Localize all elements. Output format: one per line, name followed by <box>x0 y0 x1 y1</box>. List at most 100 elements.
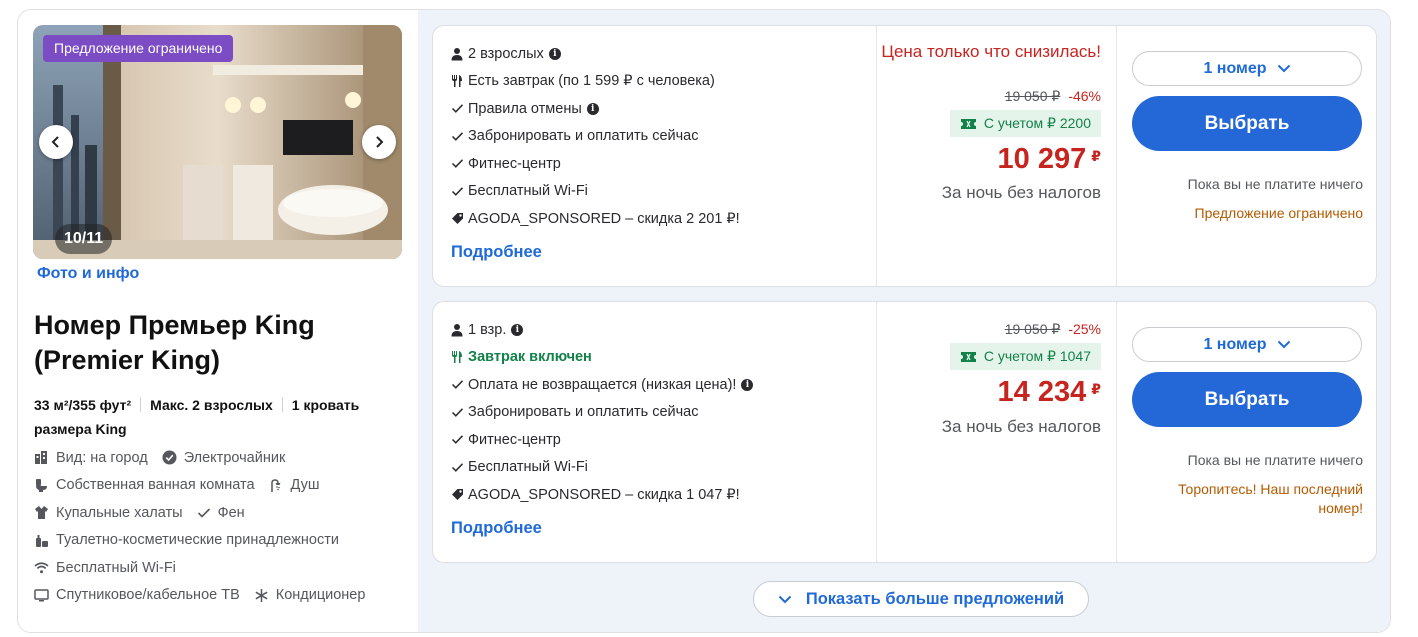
toiletries-icon <box>36 534 48 547</box>
offer-guests-label: 2 взрослых <box>468 45 544 62</box>
divider <box>140 397 142 412</box>
chevron-left-icon <box>51 136 59 148</box>
discount-percent: -25% <box>1068 321 1101 337</box>
select-offer-button[interactable]: Выбрать <box>1132 96 1362 151</box>
amenity-label: Душ <box>290 477 320 494</box>
info-icon[interactable]: i <box>741 378 754 391</box>
amenity-label: Спутниковое/кабельное ТВ <box>56 587 240 604</box>
offer-cancellation-label: Оплата не возвращается (низкая цена)! <box>468 376 737 393</box>
offer-wifi: Бесплатный Wi-Fi <box>451 178 871 206</box>
info-icon[interactable]: i <box>586 102 599 115</box>
offer-book-now-label: Забронировать и оплатить сейчас <box>468 128 699 145</box>
offer-fitness: Фитнес-центр <box>451 426 871 454</box>
cutlery-icon <box>452 351 462 364</box>
offer-guests: 1 взр. i <box>451 316 871 344</box>
room-info-column: Предложение ограничено 10/11 Фото и инфо… <box>18 10 418 632</box>
offer-price-column: Цена только что снизилась! 19 050 ₽ -46% … <box>877 26 1116 286</box>
amenity-city-view: Вид: на город <box>34 450 148 466</box>
person-icon <box>451 323 463 337</box>
tv-icon <box>34 589 49 602</box>
room-count-select[interactable]: 1 номер <box>1132 327 1362 362</box>
room-amenities: Вид: на город Электрочайник Собственная … <box>34 444 409 609</box>
amenity-ac: Кондиционер <box>254 587 365 603</box>
room-card: Предложение ограничено 10/11 Фото и инфо… <box>17 9 1391 633</box>
amenity-label: Вид: на город <box>56 449 148 466</box>
offer-cancellation: Правила отмены i <box>451 95 871 123</box>
promo-badge: Предложение ограничено <box>43 35 234 62</box>
offer-book-now: Забронировать и оплатить сейчас <box>451 123 871 151</box>
old-price: 19 050 ₽ <box>1004 88 1061 104</box>
offer-book-now-label: Забронировать и оплатить сейчас <box>468 404 699 421</box>
gallery-prev-button[interactable] <box>39 125 73 159</box>
photo-counter: 10/11 <box>55 224 113 254</box>
gallery-next-button[interactable] <box>362 125 396 159</box>
offer-coupon: AGODA_SPONSORED – скидка 1 047 ₽! <box>451 481 871 509</box>
divider <box>281 397 283 412</box>
offer-breakfast-label: Есть завтрак (по 1 599 ₽ с человека) <box>468 73 715 90</box>
info-icon[interactable]: i <box>511 323 524 336</box>
offer-price-column: 19 050 ₽ -25% С учетом ₽ 1047 14 234 ₽ За … <box>877 302 1116 562</box>
offer-price: 14 234 ₽ <box>998 376 1101 409</box>
toilet-icon <box>36 478 47 492</box>
offer-details-link[interactable]: Подробнее <box>451 519 542 538</box>
tag-icon <box>452 489 463 501</box>
offer-coupon: AGODA_SPONSORED – скидка 2 201 ₽! <box>451 205 871 233</box>
offers-area: 2 взрослых i Есть завтрак (по 1 599 ₽ с … <box>418 10 1390 632</box>
amenity-label: Бесплатный Wi-Fi <box>56 559 176 576</box>
amenity-bathroom: Собственная ванная комната <box>34 477 255 493</box>
bathrobe-icon <box>35 506 48 520</box>
urgency-note: Торопитесь! Наш последний номер! <box>1178 481 1363 516</box>
checkmark-icon <box>451 380 464 390</box>
wifi-icon <box>34 562 49 574</box>
old-price-row: 19 050 ₽ -25% <box>1005 321 1101 338</box>
coupon-price-badge: С учетом ₽ 2200 <box>949 110 1101 137</box>
info-icon[interactable]: i <box>548 47 561 60</box>
offer-action-column: 1 номер Выбрать Пока вы не платите ничег… <box>1117 302 1378 562</box>
shower-icon <box>270 478 281 492</box>
offer-guests-label: 1 взр. <box>468 321 507 338</box>
old-price-row: 19 050 ₽ -46% <box>1005 88 1101 105</box>
offer-guests: 2 взрослых i <box>451 40 871 68</box>
room-max-guests: Макс. 2 взрослых <box>150 397 273 413</box>
coupon-price-badge: С учетом ₽ 1047 <box>949 343 1101 370</box>
show-more-offers-button[interactable]: Показать больше предложений <box>753 581 1089 617</box>
checkmark-icon <box>451 408 464 417</box>
room-size: 33 м²/355 фут² <box>34 397 132 413</box>
offer-action-column: 1 номер Выбрать Пока вы не платите ничег… <box>1117 26 1378 286</box>
ticket-icon <box>960 118 976 129</box>
offer-price: 10 297 ₽ <box>998 143 1101 176</box>
photo-info-link[interactable]: Фото и инфо <box>37 265 139 283</box>
amenity-tv: Спутниковое/кабельное ТВ <box>34 587 240 603</box>
offer-details-link[interactable]: Подробнее <box>451 243 542 262</box>
offer-cancellation-label: Правила отмены <box>468 100 582 117</box>
room-count-value: 1 номер <box>1203 59 1267 77</box>
offer-breakfast: Завтрак включен <box>451 344 871 372</box>
per-night-note: За ночь без налогов <box>941 183 1101 202</box>
checkmark-icon <box>451 132 464 141</box>
offer-breakfast: Есть завтрак (по 1 599 ₽ с человека) <box>451 68 871 96</box>
amenity-kettle: Электрочайник <box>162 450 285 466</box>
amenity-label: Купальные халаты <box>56 504 183 521</box>
room-count-select[interactable]: 1 номер <box>1132 51 1362 86</box>
cutlery-icon <box>452 75 462 88</box>
chevron-right-icon <box>376 136 384 148</box>
chevron-down-icon <box>1277 340 1290 349</box>
select-offer-button[interactable]: Выбрать <box>1132 372 1362 427</box>
offer-coupon-label: AGODA_SPONSORED – скидка 2 201 ₽! <box>468 210 740 227</box>
per-night-note: За ночь без налогов <box>941 417 1101 436</box>
offer-fitness-label: Фитнес-центр <box>468 431 561 448</box>
pay-later-note: Пока вы не платите ничего <box>1187 176 1363 192</box>
amenity-label: Туалетно-косметические принадлежности <box>56 532 339 549</box>
offer-card: 1 взр. i Завтрак включен Оплата не возвр… <box>432 301 1377 563</box>
price-drop-notice: Цена только что снизилась! <box>881 42 1101 61</box>
amenity-toiletries: Туалетно-косметические принадлежности <box>34 532 339 548</box>
offer-breakfast-label: Завтрак включен <box>468 349 592 366</box>
room-specs: 33 м²/355 фут² Макс. 2 взрослых 1 кровать … <box>34 393 404 441</box>
checkmark-icon <box>197 508 210 518</box>
coupon-price: С учетом ₽ 1047 <box>983 348 1091 364</box>
checkmark-icon <box>451 104 464 114</box>
offer-fitness-label: Фитнес-центр <box>468 155 561 172</box>
photo-gallery[interactable]: Предложение ограничено 10/11 <box>33 25 402 259</box>
amenity-wifi: Бесплатный Wi-Fi <box>34 560 176 576</box>
amenity-shower: Душ <box>269 477 320 493</box>
